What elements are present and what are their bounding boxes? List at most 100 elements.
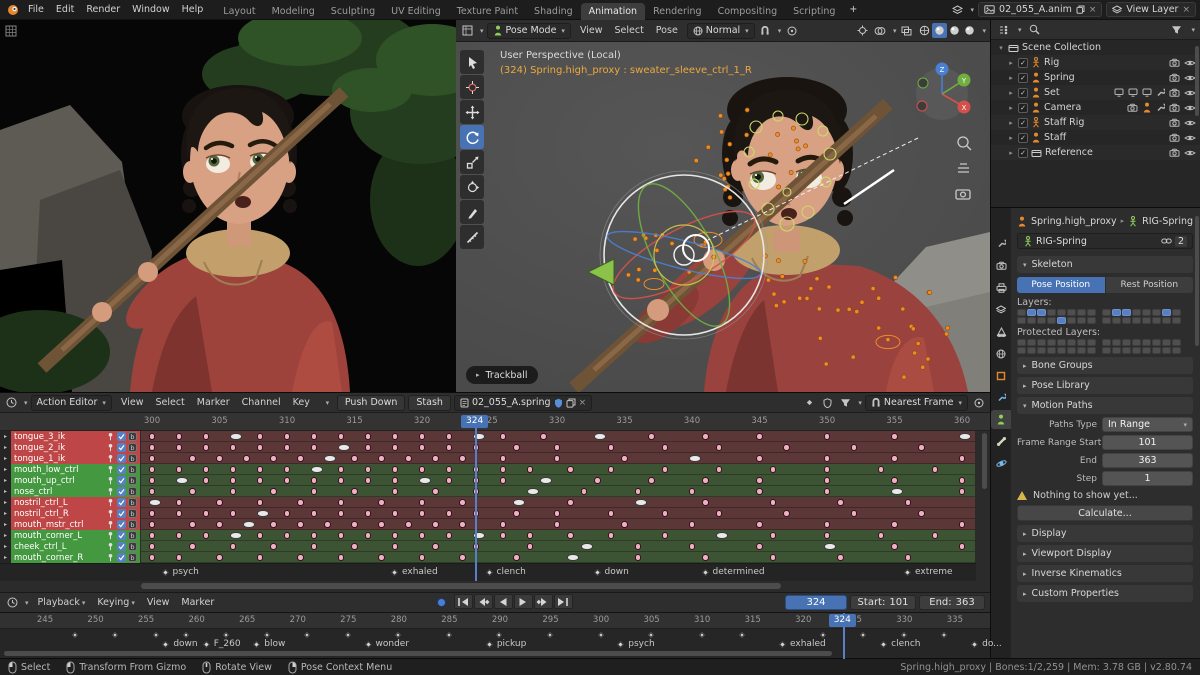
menu-keying[interactable]: Keying ▾ <box>91 597 140 608</box>
restrict-render-icon[interactable] <box>1169 148 1180 157</box>
layer-toggle[interactable] <box>1142 347 1151 354</box>
keyframe[interactable] <box>891 433 898 440</box>
channel-lane-mouth-mstr-ctrl[interactable] <box>141 519 975 530</box>
channel-lane-tongue-3-ik[interactable] <box>141 431 975 442</box>
keyframe[interactable] <box>634 554 642 561</box>
channel-lane-nose-ctrl[interactable] <box>141 486 975 497</box>
keyframe[interactable] <box>891 488 904 495</box>
keyframe[interactable] <box>688 543 696 550</box>
tool-cursor[interactable] <box>460 75 484 99</box>
keyframe[interactable] <box>432 543 439 550</box>
keyframe[interactable] <box>688 488 696 495</box>
keyframe[interactable] <box>702 433 709 440</box>
layer-toggle[interactable] <box>1132 317 1141 324</box>
keyframe-diamond[interactable] <box>739 632 745 638</box>
jump-end-button[interactable] <box>553 594 573 610</box>
workspace-tab-layout[interactable]: Layout <box>215 3 263 20</box>
layer-toggle[interactable] <box>1122 309 1131 316</box>
layer-toggle[interactable] <box>1027 309 1036 316</box>
keyframe[interactable] <box>283 433 291 440</box>
channel-tongue-1-ik[interactable]: ▸ tongue_1_ik b <box>0 453 140 464</box>
keyframe[interactable] <box>229 477 237 484</box>
specials-menu-icon[interactable]: ▾ <box>319 395 334 410</box>
keyframe[interactable] <box>958 543 966 550</box>
layer-toggle[interactable] <box>1152 347 1161 354</box>
keyframe[interactable] <box>661 444 669 451</box>
menu-window[interactable]: Window <box>126 4 175 15</box>
enabled-checkbox[interactable] <box>117 509 126 518</box>
layer-toggle[interactable] <box>1132 309 1141 316</box>
users-count[interactable]: 2 <box>1174 235 1188 247</box>
outliner-item-rig[interactable]: ▸ ✓ Rig <box>991 55 1200 70</box>
keyframe[interactable] <box>324 521 331 528</box>
shading-solid-icon[interactable] <box>932 22 948 38</box>
close-icon[interactable]: × <box>1089 5 1097 15</box>
keyframe[interactable] <box>445 477 453 484</box>
keyframe[interactable] <box>756 543 763 550</box>
menu-view[interactable]: View <box>141 597 176 608</box>
keyframe[interactable] <box>256 444 264 451</box>
keyframe[interactable] <box>661 510 669 517</box>
slider-icon[interactable] <box>106 531 115 540</box>
menu-key[interactable]: Key <box>287 397 316 408</box>
keyframe[interactable] <box>283 510 291 517</box>
keyframe[interactable] <box>148 499 161 506</box>
keyframe[interactable] <box>553 444 561 451</box>
layer-toggle[interactable] <box>1172 309 1181 316</box>
keyframe[interactable] <box>904 499 912 506</box>
keyframe[interactable] <box>310 532 318 539</box>
layer-toggle[interactable] <box>1057 309 1066 316</box>
unlink-icon[interactable]: × <box>579 398 587 408</box>
channel-mouth-low-ctrl[interactable]: ▸ mouth_low_ctrl b <box>0 464 140 475</box>
section-display[interactable]: ▸ Display <box>1017 525 1194 542</box>
enabled-checkbox[interactable] <box>117 542 126 551</box>
channel-lane-mouth-corner-r[interactable] <box>141 552 975 563</box>
marker-exhaled[interactable]: exhaled <box>390 567 438 577</box>
visibility-checkbox[interactable]: ✓ <box>1018 72 1028 83</box>
visibility-checkbox[interactable]: ✓ <box>1018 117 1028 128</box>
keyframe[interactable] <box>148 455 156 462</box>
keyframe[interactable] <box>459 521 466 528</box>
keyframe[interactable] <box>715 532 728 539</box>
auto-keyframe-toggle[interactable] <box>433 595 450 610</box>
keyframe[interactable] <box>891 477 898 484</box>
keyframe[interactable] <box>594 433 607 440</box>
channel-cheek-ctrl-l[interactable]: ▸ cheek_ctrl_L b <box>0 541 140 552</box>
visibility-checkbox[interactable]: ✓ <box>1018 102 1028 113</box>
menu-help[interactable]: Help <box>176 4 210 15</box>
shield-icon[interactable] <box>820 395 835 410</box>
keyframe[interactable] <box>607 510 615 517</box>
keyframe[interactable] <box>918 444 925 451</box>
snap-mode-selector[interactable]: Nearest Frame ▾ <box>864 394 968 411</box>
snap-toggle[interactable] <box>758 23 773 38</box>
keyframe[interactable] <box>189 521 196 528</box>
tool-rotate[interactable] <box>460 125 484 149</box>
layer-toggle[interactable] <box>1112 347 1121 354</box>
marker-wonder[interactable]: wonder <box>364 639 409 649</box>
scrollbar[interactable] <box>141 583 781 589</box>
keyframe[interactable] <box>553 521 561 528</box>
keyframe[interactable] <box>175 466 183 473</box>
wrench-icon[interactable] <box>1156 88 1165 97</box>
enabled-checkbox[interactable] <box>117 465 126 474</box>
layer-toggle[interactable] <box>1102 347 1111 354</box>
layer-toggle[interactable] <box>1027 317 1036 324</box>
stash-button[interactable]: Stash <box>408 394 451 411</box>
keyframe[interactable] <box>823 455 831 462</box>
keyframe[interactable] <box>148 543 156 550</box>
push-down-button[interactable]: Push Down <box>336 394 406 411</box>
armature-datablock[interactable]: RIG-Spring 2 <box>1017 233 1194 249</box>
scene-browse-icon[interactable] <box>950 2 965 17</box>
link-icon[interactable] <box>1161 237 1172 245</box>
add-workspace-button[interactable]: + <box>843 0 863 19</box>
keyframe[interactable] <box>405 521 412 528</box>
menu-file[interactable]: File <box>22 4 50 15</box>
menu-marker[interactable]: Marker <box>191 397 236 408</box>
keyframe[interactable] <box>931 466 939 473</box>
keyframe[interactable] <box>351 455 358 462</box>
keyframe-diamond[interactable] <box>304 632 311 638</box>
keyframe[interactable] <box>877 532 885 539</box>
keyframe[interactable] <box>337 466 345 473</box>
keyframe[interactable] <box>702 477 709 484</box>
keyframe[interactable] <box>958 477 966 484</box>
